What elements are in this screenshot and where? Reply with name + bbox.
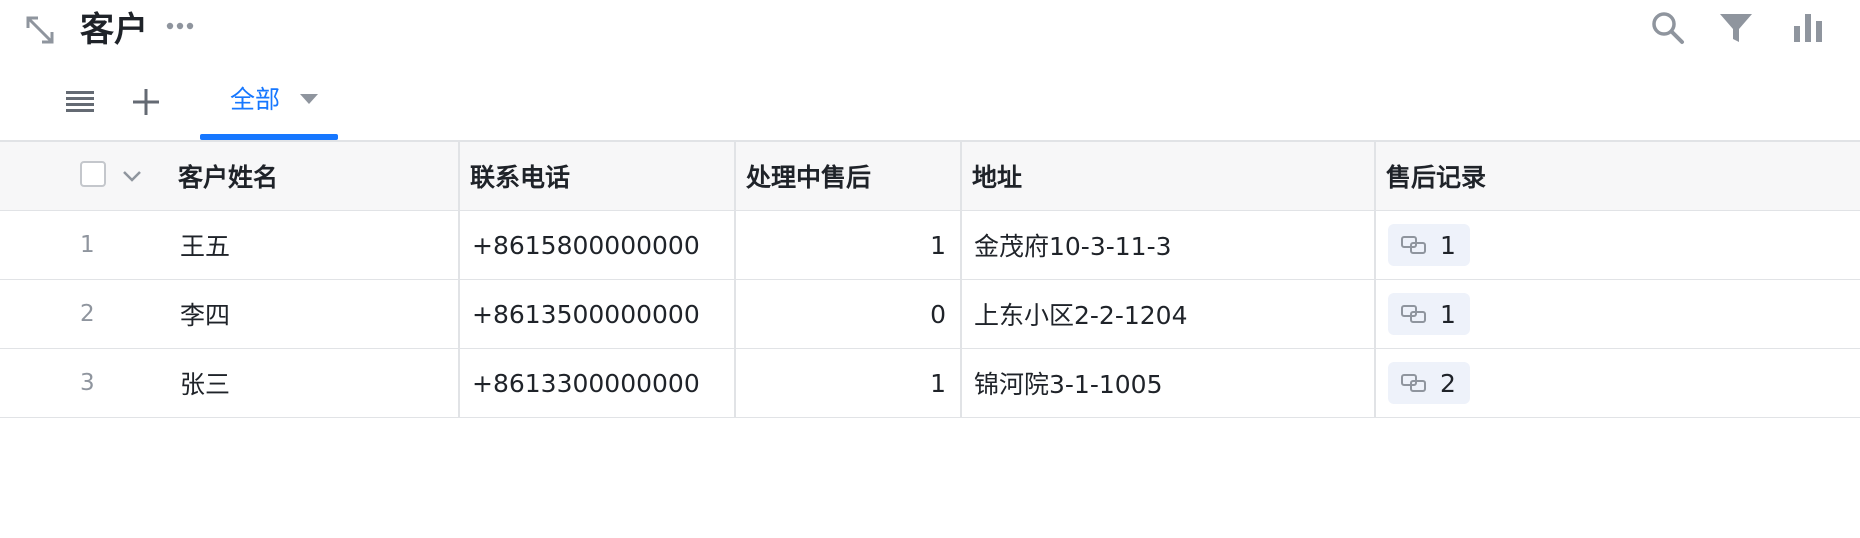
column-header-phone[interactable]: 联系电话 (470, 142, 570, 210)
tab-all-label: 全部 (230, 85, 281, 114)
chevron-down-icon[interactable] (300, 94, 318, 104)
linked-records-count: 1 (1440, 299, 1456, 329)
address-cell[interactable]: 金茂府10-3-11-3 (974, 211, 1172, 279)
linked-records-chip[interactable]: 2 (1388, 362, 1470, 404)
page-header: 客户 (0, 0, 1860, 58)
link-record-icon (1401, 236, 1426, 254)
aftersales-records-cell[interactable]: 2 (1388, 349, 1470, 417)
table-row[interactable]: 3 张三 +8613300000000 1 锦河院3-1-1005 2 (0, 349, 1860, 418)
data-table: 客户姓名 联系电话 处理中售后 地址 售后记录 1 王五 +8615800000… (0, 140, 1860, 418)
expand-icon[interactable] (24, 14, 56, 46)
linked-records-chip[interactable]: 1 (1388, 224, 1470, 266)
table-row[interactable]: 2 李四 +8613500000000 0 上东小区2-2-1204 1 (0, 280, 1860, 349)
table-row[interactable]: 1 王五 +8615800000000 1 金茂府10-3-11-3 1 (0, 211, 1860, 280)
customer-name-cell[interactable]: 王五 (180, 211, 230, 279)
column-header-records[interactable]: 售后记录 (1386, 142, 1486, 210)
row-number: 2 (80, 301, 95, 327)
aftersales-records-cell[interactable]: 1 (1388, 211, 1470, 279)
select-all-checkbox[interactable] (80, 161, 106, 187)
phone-cell[interactable]: +8613300000000 (472, 349, 700, 417)
chart-icon[interactable] (1788, 8, 1828, 48)
row-number: 3 (80, 370, 95, 396)
add-view-icon[interactable] (128, 84, 164, 120)
phone-cell[interactable]: +8613500000000 (472, 280, 700, 348)
pending-aftersales-cell[interactable]: 0 (734, 280, 960, 348)
address-cell[interactable]: 锦河院3-1-1005 (974, 349, 1162, 417)
column-header-pending[interactable]: 处理中售后 (746, 142, 871, 210)
search-icon[interactable] (1648, 8, 1688, 48)
column-header-name[interactable]: 客户姓名 (178, 142, 278, 210)
page-title: 客户 (80, 10, 148, 50)
list-icon[interactable] (62, 84, 98, 120)
link-record-icon (1401, 374, 1426, 392)
aftersales-records-cell[interactable]: 1 (1388, 280, 1470, 348)
linked-records-count: 1 (1440, 230, 1456, 260)
row-number: 1 (80, 232, 95, 258)
tab-all[interactable]: 全部 (200, 70, 338, 140)
view-tab-bar: 全部 (0, 70, 1860, 140)
more-icon[interactable] (164, 14, 196, 38)
linked-records-chip[interactable]: 1 (1388, 293, 1470, 335)
filter-icon[interactable] (1716, 8, 1756, 48)
customer-name-cell[interactable]: 李四 (180, 280, 230, 348)
chevron-down-icon[interactable] (120, 164, 144, 188)
table-header-row: 客户姓名 联系电话 处理中售后 地址 售后记录 (0, 142, 1860, 211)
linked-records-count: 2 (1440, 368, 1456, 398)
customer-name-cell[interactable]: 张三 (180, 349, 230, 417)
address-cell[interactable]: 上东小区2-2-1204 (974, 280, 1187, 348)
pending-aftersales-cell[interactable]: 1 (734, 349, 960, 417)
column-header-address[interactable]: 地址 (972, 142, 1022, 210)
link-record-icon (1401, 305, 1426, 323)
phone-cell[interactable]: +8615800000000 (472, 211, 700, 279)
pending-aftersales-cell[interactable]: 1 (734, 211, 960, 279)
